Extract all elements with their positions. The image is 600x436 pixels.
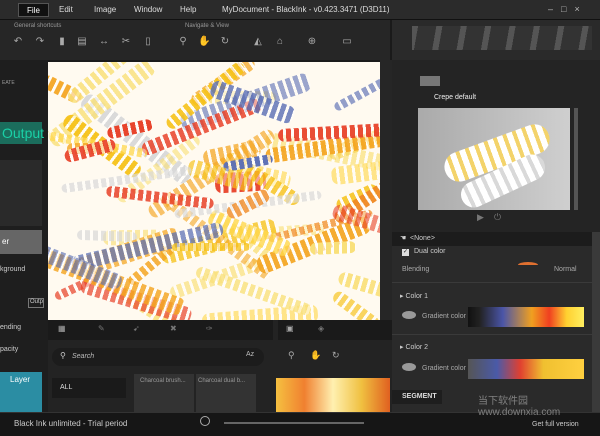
- color2-label[interactable]: ▸ Color 2: [400, 343, 428, 351]
- nav-zoom-icon[interactable]: ⚲: [288, 350, 295, 361]
- sort-button[interactable]: Az: [246, 351, 254, 358]
- scissors-icon[interactable]: ✂: [120, 36, 132, 48]
- flip-icon[interactable]: ◭: [252, 36, 264, 48]
- menu-image[interactable]: Image: [86, 3, 124, 17]
- watermark-text: 当下软件园 www.downxia.com: [478, 396, 561, 418]
- opacity-label: pacity: [0, 346, 19, 353]
- segment-tab[interactable]: SEGMENT: [392, 390, 442, 404]
- trash-icon[interactable]: ▮: [56, 36, 68, 48]
- get-full-version-link[interactable]: Get full version: [532, 421, 579, 428]
- brush-icon[interactable]: ✎: [98, 324, 105, 333]
- brush-swatch: [420, 76, 440, 86]
- blending-label: ending: [0, 324, 22, 331]
- output-small-button[interactable]: Outp: [28, 298, 44, 308]
- toolbar: General shortcuts Navigate & View ↶ ↷ ▮ …: [0, 20, 390, 60]
- navigator-thumbnail[interactable]: [276, 378, 390, 412]
- general-shortcuts-label: General shortcuts: [14, 23, 62, 29]
- background-layer[interactable]: kground: [0, 266, 25, 273]
- nav-tabs: ▣ ◈: [278, 320, 392, 340]
- swatch-icon: [402, 363, 416, 371]
- layers-icon[interactable]: ▤: [76, 36, 88, 48]
- nav-rotate-icon[interactable]: ↻: [332, 350, 340, 361]
- grid-icon[interactable]: ▦: [58, 324, 66, 333]
- layer-tab[interactable]: Layer: [0, 372, 42, 412]
- search-input[interactable]: Search: [72, 353, 94, 360]
- blending-value[interactable]: Normal: [554, 266, 577, 273]
- layer-item[interactable]: er: [0, 230, 42, 254]
- zoom-icon[interactable]: ⚲: [177, 36, 189, 48]
- none-label: <None>: [410, 235, 435, 242]
- canvas-thumb-area: [0, 160, 42, 226]
- timer-icon: [200, 416, 210, 426]
- brush-item-2-label: Charcoal dual b...: [198, 378, 246, 384]
- resize-icon[interactable]: ↔: [98, 36, 110, 48]
- blending-curve-icon: [518, 262, 538, 268]
- properties-panel: ☚ <None> ✓ Dual color Blending Normal ▸ …: [392, 232, 600, 412]
- progress-track: [224, 422, 364, 424]
- power-icon[interactable]: ⏻: [494, 212, 501, 223]
- undo-icon[interactable]: ↶: [12, 36, 24, 48]
- brush-presets[interactable]: [412, 26, 592, 50]
- menu-file[interactable]: File: [18, 3, 49, 17]
- swatch-icon: [402, 311, 416, 319]
- menu-bar: File Edit Image Window Help MyDocument -…: [0, 0, 600, 20]
- props-scrollbar[interactable]: [592, 232, 600, 412]
- layer-tab-label: Layer: [10, 375, 31, 384]
- paint-stroke: [172, 243, 251, 252]
- category-all[interactable]: ALL: [52, 378, 126, 398]
- monitor-icon[interactable]: ▭: [341, 36, 353, 48]
- browser-tabs: ▦ ✎ ➹ ✖ ✑: [48, 320, 273, 340]
- brush-browser: ▦ ✎ ➹ ✖ ✑ ⚲ Search Az ALL Charcoal brush…: [48, 320, 392, 412]
- color2-text: Color 2: [405, 344, 429, 351]
- search-icon: ⚲: [60, 351, 66, 360]
- trial-status: Black Ink unlimited - Trial period: [14, 419, 128, 428]
- dual-color-label: Dual color: [414, 248, 446, 255]
- brush-item-2[interactable]: Charcoal dual b...: [196, 374, 256, 412]
- brush-strip: [392, 20, 600, 60]
- navigate-view-label: Navigate & View: [185, 23, 229, 29]
- rotate-hand-icon[interactable]: ↻: [219, 36, 231, 48]
- none-bar: ☚ <None>: [392, 232, 600, 246]
- gradient2-bar[interactable]: [468, 359, 584, 379]
- clipboard-icon[interactable]: ▯: [142, 36, 154, 48]
- dual-color-checkbox[interactable]: ✓: [402, 249, 409, 256]
- search-bar[interactable]: ⚲ Search: [52, 348, 264, 366]
- color1-text: Color 1: [405, 293, 429, 300]
- blending-label: Blending: [402, 266, 430, 273]
- color1-label[interactable]: ▸ Color 1: [400, 292, 428, 300]
- brush-preset-name: Crepe default: [434, 94, 477, 101]
- pen-icon[interactable]: ✑: [206, 324, 213, 333]
- hand-icon[interactable]: ✋: [198, 36, 210, 48]
- stroke-icon[interactable]: ➹: [133, 324, 140, 333]
- redo-icon[interactable]: ↷: [34, 36, 46, 48]
- preview-slider[interactable]: [574, 108, 578, 210]
- zoom-fit-icon[interactable]: ⊕: [306, 36, 318, 48]
- tools-icon[interactable]: ✖: [170, 324, 177, 333]
- menu-help[interactable]: Help: [172, 3, 204, 17]
- brush-stroke-preview: [418, 108, 570, 212]
- frame-icon[interactable]: ▣: [286, 324, 294, 333]
- gradient1-bar[interactable]: [468, 307, 584, 327]
- menu-edit[interactable]: Edit: [51, 3, 81, 17]
- play-icon[interactable]: ▶: [477, 212, 484, 223]
- window-controls[interactable]: –□×: [548, 4, 596, 16]
- left-panel: EATE Output er kground Outp ending pacit…: [0, 60, 48, 412]
- create-label: EATE: [2, 80, 15, 86]
- paint-stroke: [310, 241, 357, 256]
- drawing-canvas[interactable]: [48, 62, 390, 320]
- fit-icon[interactable]: ⌂: [274, 36, 286, 48]
- window-title: MyDocument - BlackInk - v0.423.3471 (D3D…: [222, 5, 390, 14]
- gradient2-label: Gradient color: [422, 365, 466, 372]
- nav-hand-icon[interactable]: ✋: [310, 350, 321, 361]
- output-button[interactable]: Output: [0, 122, 44, 144]
- palette-icon[interactable]: ◈: [318, 324, 324, 333]
- gradient1-label: Gradient color: [422, 313, 466, 320]
- brush-preview-panel: Crepe default ▶ ⏻: [392, 60, 600, 232]
- brush-item-1[interactable]: Charcoal brush...: [134, 374, 194, 412]
- hand-small-icon: ☚: [400, 235, 407, 242]
- canvas-scrollbar[interactable]: [380, 60, 392, 320]
- brush-item-1-label: Charcoal brush...: [140, 378, 186, 384]
- menu-window[interactable]: Window: [126, 3, 170, 17]
